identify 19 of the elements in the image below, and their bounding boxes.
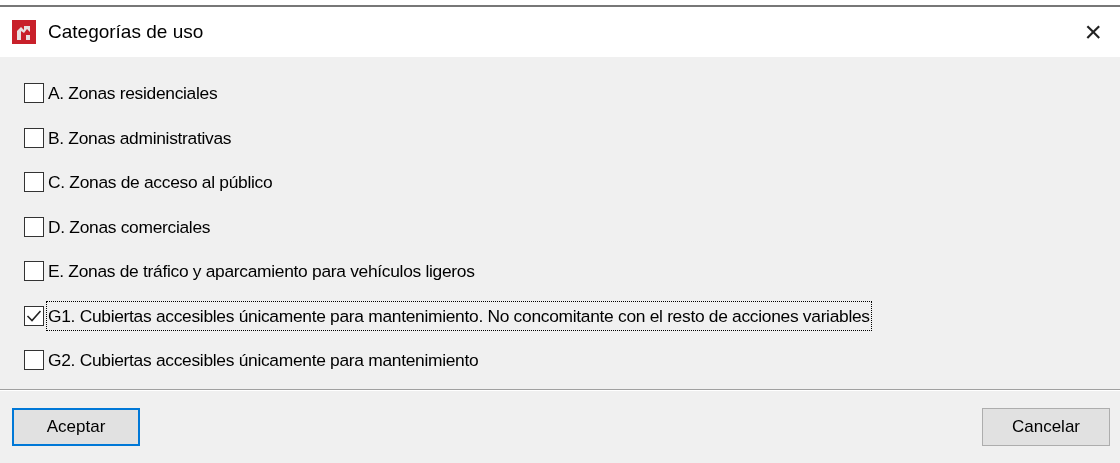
- window-title: Categorías de uso: [48, 19, 204, 44]
- checkbox[interactable]: [24, 261, 44, 282]
- checkbox[interactable]: [24, 83, 44, 104]
- checkbox[interactable]: [24, 172, 44, 193]
- checkbox[interactable]: [24, 350, 44, 371]
- cancel-button[interactable]: Cancelar: [982, 408, 1110, 446]
- app-icon: [12, 20, 36, 44]
- checkbox[interactable]: [24, 216, 44, 237]
- checkbox-label[interactable]: E. Zonas de tráfico y aparcamiento para vehículos ligeros: [46, 256, 477, 287]
- checkbox[interactable]: [24, 127, 44, 148]
- checkbox-label[interactable]: G2. Cubiertas accesibles únicamente para mantenimiento: [46, 345, 481, 376]
- checkbox-label[interactable]: A. Zonas residenciales: [46, 78, 220, 109]
- checkbox-label[interactable]: G1. Cubiertas accesibles únicamente para mantenimiento. No concomitante con el resto de acciones variables: [46, 300, 872, 331]
- accept-button[interactable]: Aceptar: [12, 408, 140, 446]
- checkbox-label[interactable]: D. Zonas comerciales: [46, 211, 213, 242]
- checkbox[interactable]: [24, 305, 44, 326]
- checkbox-label[interactable]: C. Zonas de acceso al público: [46, 167, 275, 198]
- checkbox-label[interactable]: B. Zonas administrativas: [46, 122, 234, 153]
- close-button[interactable]: ×: [1080, 17, 1106, 47]
